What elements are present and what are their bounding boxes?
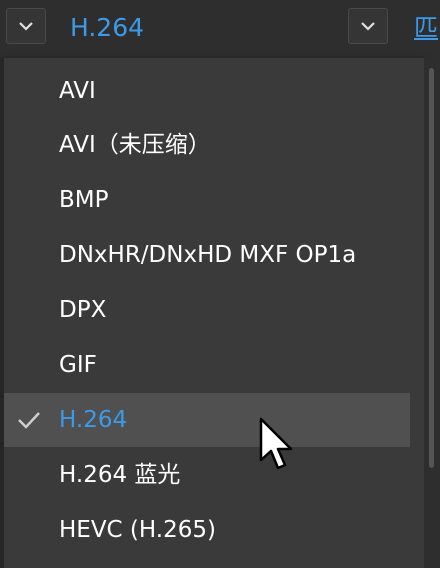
scrollbar-thumb[interactable] [429, 68, 434, 468]
menu-item-label: GIF [59, 352, 97, 378]
format-dropdown-toggle[interactable] [6, 8, 46, 44]
menu-item-hevc[interactable]: HEVC (H.265) [4, 503, 410, 557]
menu-item-avi-uncompressed[interactable]: AVI（未压缩） [4, 118, 410, 172]
menu-item-label: AVI（未压缩） [59, 132, 211, 158]
menu-item-h264-bluray[interactable]: H.264 蓝光 [4, 448, 410, 502]
menu-item-avi[interactable]: AVI [4, 64, 410, 118]
match-source-link[interactable]: 匹 [414, 10, 438, 46]
format-toolbar: H.264 匹 [0, 0, 440, 58]
menu-item-h264[interactable]: H.264 [4, 393, 410, 447]
menu-scrollbar[interactable] [424, 58, 440, 568]
menu-item-label: HEVC (H.265) [59, 517, 216, 543]
menu-item-dnxhr[interactable]: DNxHR/DNxHD MXF OP1a [4, 228, 410, 282]
chevron-down-icon [361, 22, 375, 31]
chevron-down-icon [19, 22, 33, 31]
selected-format-value[interactable]: H.264 [70, 10, 144, 46]
mouse-pointer-icon [259, 417, 293, 470]
menu-item-label: H.264 蓝光 [59, 462, 181, 488]
menu-item-dpx[interactable]: DPX [4, 283, 410, 337]
menu-item-label: BMP [59, 187, 109, 213]
menu-item-label: H.264 [59, 407, 128, 433]
menu-item-label: DPX [59, 297, 107, 323]
menu-item-label: DNxHR/DNxHD MXF OP1a [59, 242, 357, 268]
preset-dropdown-toggle[interactable] [348, 8, 388, 44]
menu-item-gif[interactable]: GIF [4, 338, 410, 392]
menu-item-label: AVI [59, 78, 96, 104]
checkmark-icon [18, 412, 40, 429]
menu-item-bmp[interactable]: BMP [4, 173, 410, 227]
